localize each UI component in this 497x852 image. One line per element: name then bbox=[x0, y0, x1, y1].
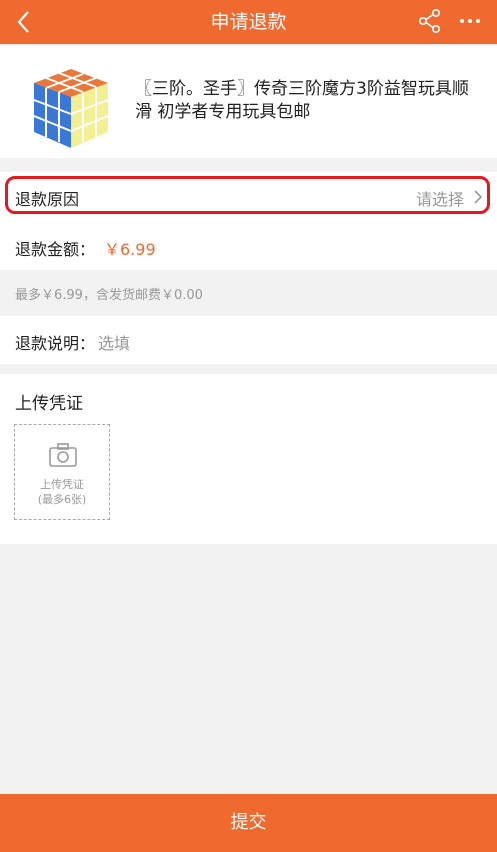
refund-amount-label: 退款金额： bbox=[15, 240, 96, 259]
product-image bbox=[33, 69, 109, 148]
top-bar: 申请退款 bbox=[0, 0, 497, 44]
refund-description-input[interactable]: 选填 bbox=[98, 330, 130, 354]
share-icon[interactable] bbox=[416, 7, 444, 35]
refund-description-label: 退款说明： bbox=[15, 334, 96, 353]
more-icon[interactable] bbox=[455, 7, 485, 35]
amount-note: 最多￥6.99，含发货邮费￥0.00 bbox=[0, 270, 497, 316]
amount-note-text: 最多￥6.99，含发货邮费￥0.00 bbox=[15, 288, 203, 303]
upload-limit-label: (最多6张) bbox=[37, 493, 87, 506]
product-title[interactable]: 〖三阶。圣手〗传奇三阶魔方3阶益智玩具顺滑 初学者专用玩具包邮 bbox=[135, 78, 475, 124]
refund-reason-select[interactable]: 请选择 bbox=[416, 186, 464, 210]
submit-button[interactable]: 提交 bbox=[0, 794, 497, 852]
refund-reason-row[interactable]: 退款原因 请选择 bbox=[0, 172, 497, 222]
refund-amount-value: ￥6.99 bbox=[104, 240, 156, 259]
camera-icon bbox=[49, 443, 77, 467]
upload-label: 上传凭证 bbox=[40, 478, 84, 491]
product-card: 〖三阶。圣手〗传奇三阶魔方3阶益智玩具顺滑 初学者专用玩具包邮 bbox=[0, 46, 497, 158]
refund-amount-row: 退款金额： ￥6.99 bbox=[0, 222, 497, 270]
refund-reason-label: 退款原因 bbox=[15, 190, 80, 209]
upload-section: 上传凭证 上传凭证 (最多6张) bbox=[0, 374, 497, 544]
chevron-right-icon bbox=[474, 190, 483, 204]
refund-description-row[interactable]: 退款说明： 选填 bbox=[0, 316, 497, 364]
upload-button[interactable]: 上传凭证 (最多6张) bbox=[14, 424, 110, 520]
upload-title: 上传凭证 bbox=[15, 394, 83, 414]
